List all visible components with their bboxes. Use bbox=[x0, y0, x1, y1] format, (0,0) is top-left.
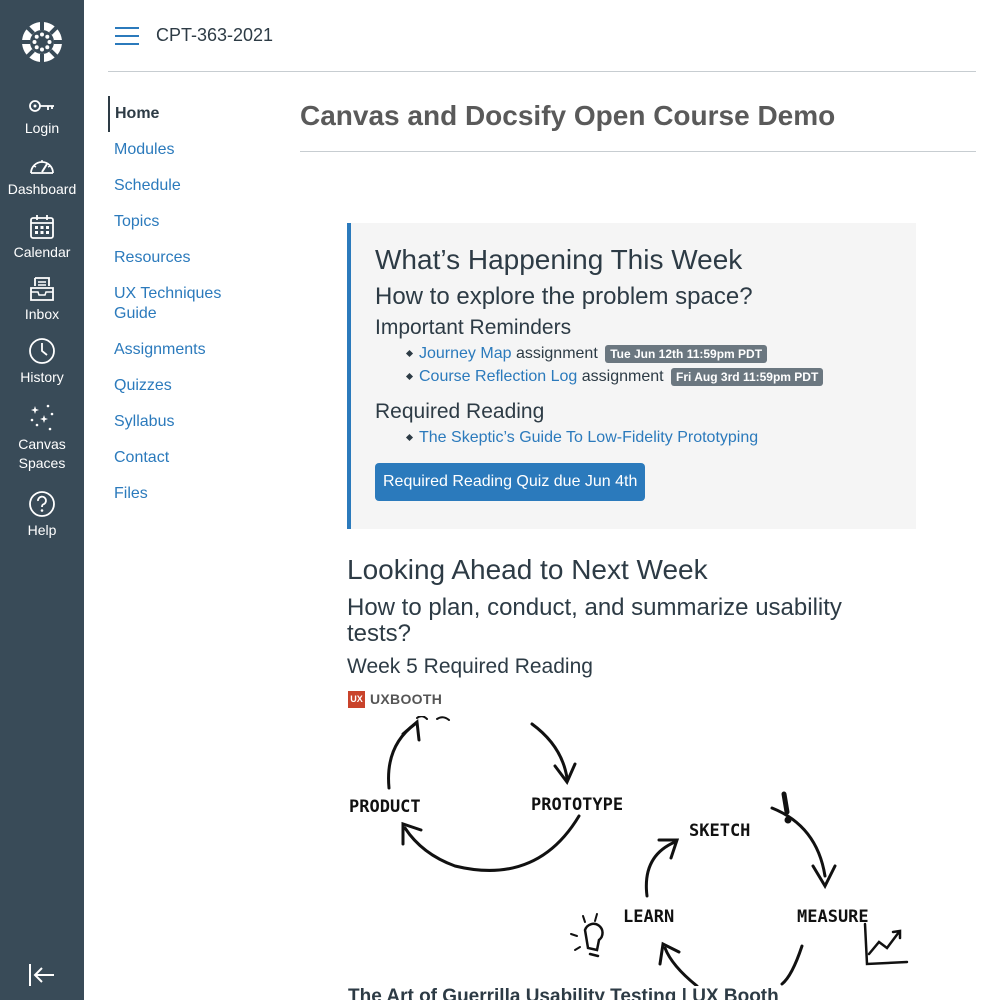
this-week-panel: What’s Happening This Week How to explor… bbox=[347, 223, 916, 529]
global-nav-label: Help bbox=[27, 522, 57, 538]
global-nav-login[interactable]: Login bbox=[0, 96, 84, 138]
canvas-logo-icon[interactable] bbox=[20, 20, 64, 64]
reminders-heading: Important Reminders bbox=[375, 316, 572, 339]
course-nav-modules[interactable]: Modules bbox=[108, 132, 278, 168]
global-nav-label: Spaces bbox=[18, 455, 66, 471]
global-nav-label: Inbox bbox=[24, 306, 60, 322]
sketch-label: MEASURE bbox=[797, 907, 869, 927]
course-nav-assignments[interactable]: Assignments bbox=[108, 332, 278, 368]
page-title: Canvas and Docsify Open Course Demo bbox=[300, 100, 836, 131]
reading-list: The Skeptic’s Guide To Low-Fidelity Prot… bbox=[405, 426, 916, 449]
required-reading-heading: Required Reading bbox=[375, 400, 545, 423]
help-icon bbox=[29, 491, 55, 517]
next-week-question: How to plan, conduct, and summarize usab… bbox=[347, 594, 842, 647]
list-item: The Skeptic’s Guide To Low-Fidelity Prot… bbox=[405, 426, 916, 449]
course-nav-files[interactable]: Files bbox=[108, 476, 278, 512]
dashboard-icon bbox=[30, 160, 54, 174]
course-nav-label: UX Techniques bbox=[114, 285, 222, 302]
global-nav-inbox[interactable]: Inbox bbox=[0, 276, 84, 324]
course-nav: Home Modules Schedule Topics Resources U… bbox=[108, 96, 278, 512]
sketch-label: SKETCH bbox=[689, 821, 750, 841]
inbox-icon bbox=[30, 277, 54, 301]
this-week-question: How to explore the problem space? bbox=[375, 283, 753, 310]
global-nav-label: Login bbox=[24, 120, 60, 136]
collapse-nav-icon[interactable] bbox=[28, 962, 56, 988]
link-preview-title[interactable]: The Art of Guerrilla Usability Testing |… bbox=[348, 986, 779, 1000]
global-nav-history[interactable]: History bbox=[0, 337, 84, 387]
sketch-label: PROTOTYPE bbox=[531, 795, 623, 815]
journey-map-link[interactable]: Journey Map bbox=[419, 345, 512, 362]
course-nav-syllabus[interactable]: Syllabus bbox=[108, 404, 278, 440]
global-nav-label: Canvas bbox=[18, 436, 66, 452]
reminder-text: assignment bbox=[581, 368, 664, 385]
global-nav-canvas-spaces[interactable]: Canvas Spaces bbox=[0, 402, 84, 473]
key-icon bbox=[29, 100, 54, 112]
uxbooth-logo-icon: UX bbox=[348, 690, 365, 708]
breadcrumb[interactable]: CPT-363-2021 bbox=[156, 25, 273, 46]
course-nav-home[interactable]: Home bbox=[108, 96, 278, 132]
reminder-text: assignment bbox=[515, 345, 598, 362]
hamburger-menu-icon[interactable] bbox=[115, 27, 139, 45]
sketch-label: PRODUCT bbox=[349, 797, 421, 817]
due-date-badge: Fri Aug 3rd 11:59pm PDT bbox=[671, 367, 824, 386]
course-nav-ux-techniques-guide[interactable]: UX Techniques Guide bbox=[108, 276, 278, 332]
course-nav-topics[interactable]: Topics bbox=[108, 204, 278, 240]
course-nav-schedule[interactable]: Schedule bbox=[108, 168, 278, 204]
global-nav-label: Dashboard bbox=[7, 181, 77, 197]
calendar-icon bbox=[30, 215, 54, 239]
list-item: Journey Map assignment Tue Jun 12th 11:5… bbox=[405, 342, 916, 365]
sketch-label: LEARN bbox=[623, 907, 674, 927]
next-week-heading: Looking Ahead to Next Week bbox=[347, 554, 708, 585]
title-divider bbox=[300, 151, 976, 152]
global-nav: Login Dashboard Calendar Inbox History C… bbox=[0, 0, 84, 1000]
list-item: Course Reflection Log assignment Fri Aug… bbox=[405, 365, 916, 388]
due-date-badge: Tue Jun 12th 11:59pm PDT bbox=[605, 344, 768, 363]
reading-link[interactable]: The Skeptic’s Guide To Low-Fidelity Prot… bbox=[419, 429, 758, 446]
global-nav-label: History bbox=[20, 369, 64, 385]
global-nav-label: Calendar bbox=[13, 244, 71, 260]
course-reflection-log-link[interactable]: Course Reflection Log bbox=[419, 368, 577, 385]
clock-icon bbox=[29, 338, 55, 364]
course-header: CPT-363-2021 bbox=[108, 0, 976, 72]
reminders-list: Journey Map assignment Tue Jun 12th 11:5… bbox=[405, 342, 916, 388]
course-nav-resources[interactable]: Resources bbox=[108, 240, 278, 276]
global-nav-help[interactable]: Help bbox=[0, 490, 84, 540]
link-preview-image[interactable]: PRODUCT PROTOTYPE SKETCH MEASURE LEARN bbox=[347, 716, 917, 986]
global-nav-dashboard[interactable]: Dashboard bbox=[0, 155, 84, 199]
quiz-button[interactable]: Required Reading Quiz due Jun 4th bbox=[375, 463, 646, 501]
site-name: UXBOOTH bbox=[370, 691, 443, 707]
link-preview-site[interactable]: UX UXBOOTH bbox=[348, 690, 442, 708]
week5-reading-heading: Week 5 Required Reading bbox=[347, 655, 593, 678]
course-nav-contact[interactable]: Contact bbox=[108, 440, 278, 476]
course-nav-quizzes[interactable]: Quizzes bbox=[108, 368, 278, 404]
this-week-heading: What’s Happening This Week bbox=[375, 244, 743, 275]
course-nav-label: Guide bbox=[114, 305, 157, 322]
global-nav-calendar[interactable]: Calendar bbox=[0, 214, 84, 262]
sparkles-icon bbox=[30, 404, 54, 431]
